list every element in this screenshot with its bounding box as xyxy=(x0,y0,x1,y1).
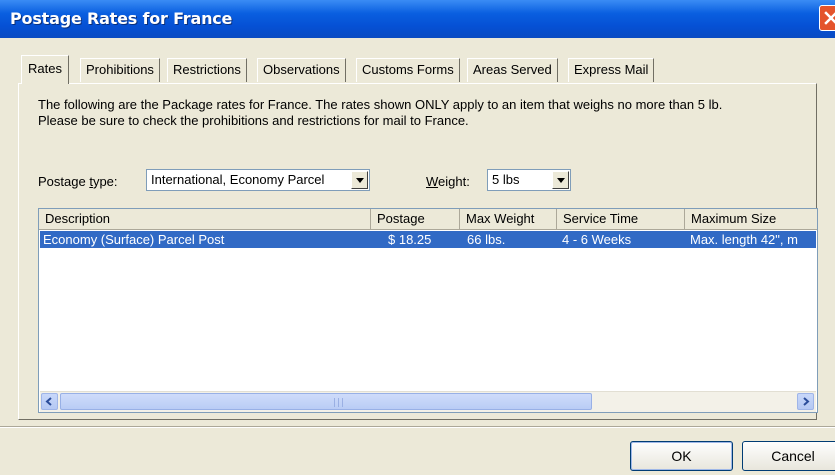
tab-areas-served[interactable]: Areas Served xyxy=(467,58,558,82)
button-label: OK xyxy=(671,448,692,464)
scrollbar-thumb[interactable]: ||| xyxy=(60,393,592,410)
label-text: eight: xyxy=(438,174,470,189)
info-text: The following are the Package rates for … xyxy=(38,97,818,129)
button-label: Cancel xyxy=(771,448,815,464)
postage-type-select[interactable]: International, Economy Parcel xyxy=(146,169,370,191)
weight-label: Weight: xyxy=(426,174,470,189)
cell-maximum-size: Max. length 42", m xyxy=(690,232,798,247)
chevron-right-icon xyxy=(803,397,810,406)
divider xyxy=(0,426,835,428)
header-label: Max Weight xyxy=(466,211,535,226)
weight-value: 5 lbs xyxy=(492,172,520,187)
tab-restrictions[interactable]: Restrictions xyxy=(167,58,247,82)
header-label: Service Time xyxy=(563,211,639,226)
cell-description: Economy (Surface) Parcel Post xyxy=(43,232,225,247)
info-line-1: The following are the Package rates for … xyxy=(38,97,723,112)
tab-label: Areas Served xyxy=(473,62,552,77)
tab-label: Observations xyxy=(263,62,340,77)
window-title: Postage Rates for France xyxy=(10,9,233,28)
cell-postage: $ 18.25 xyxy=(388,232,432,247)
table-row[interactable]: Economy (Surface) Parcel Post $ 18.25 66… xyxy=(40,231,816,248)
label-text: Postage xyxy=(38,174,90,189)
header-label: Maximum Size xyxy=(691,211,777,226)
ok-button[interactable]: OK xyxy=(630,441,733,471)
close-button[interactable] xyxy=(819,5,835,31)
tab-label: Rates xyxy=(28,61,62,76)
header-label: Description xyxy=(45,211,111,226)
tab-rates[interactable]: Rates xyxy=(21,55,69,84)
label-text: ype: xyxy=(92,174,118,189)
column-header-postage[interactable]: Postage xyxy=(371,209,460,230)
column-header-max-weight[interactable]: Max Weight xyxy=(460,209,557,230)
close-icon xyxy=(824,11,835,25)
cell-service-time: 4 - 6 Weeks xyxy=(562,232,632,247)
header-label: Postage xyxy=(377,211,425,226)
title-bar[interactable]: Postage Rates for France xyxy=(0,0,835,38)
scroll-left-button[interactable] xyxy=(41,393,58,410)
column-header-maximum-size[interactable]: Maximum Size xyxy=(685,209,817,230)
horizontal-scrollbar[interactable]: ||| xyxy=(40,391,816,412)
cancel-button[interactable]: Cancel xyxy=(742,441,835,471)
tab-prohibitions[interactable]: Prohibitions xyxy=(80,58,160,82)
tab-customs-forms[interactable]: Customs Forms xyxy=(356,58,460,82)
tab-label: Prohibitions xyxy=(86,62,154,77)
column-header-service-time[interactable]: Service Time xyxy=(557,209,685,230)
info-line-2: Please be sure to check the prohibitions… xyxy=(38,113,469,128)
tab-express-mail[interactable]: Express Mail xyxy=(568,58,655,82)
scroll-right-button[interactable] xyxy=(797,393,814,410)
cell-max-weight: 66 lbs. xyxy=(467,232,506,247)
chevron-down-icon[interactable] xyxy=(351,171,368,189)
postage-type-value: International, Economy Parcel xyxy=(151,172,325,187)
tab-observations[interactable]: Observations xyxy=(257,58,346,82)
weight-select[interactable]: 5 lbs xyxy=(487,169,571,191)
tab-label: Express Mail xyxy=(574,62,649,77)
tab-label: Customs Forms xyxy=(362,62,454,77)
column-header-description[interactable]: Description xyxy=(39,209,371,230)
grip-icon: ||| xyxy=(333,398,346,408)
rates-table[interactable]: Description Postage Max Weight Service T… xyxy=(38,208,818,413)
tab-label: Restrictions xyxy=(173,62,241,77)
postage-type-label: Postage type: xyxy=(38,174,118,189)
chevron-down-icon[interactable] xyxy=(552,171,569,189)
chevron-left-icon xyxy=(45,397,52,406)
accelerator-key: W xyxy=(426,174,439,189)
